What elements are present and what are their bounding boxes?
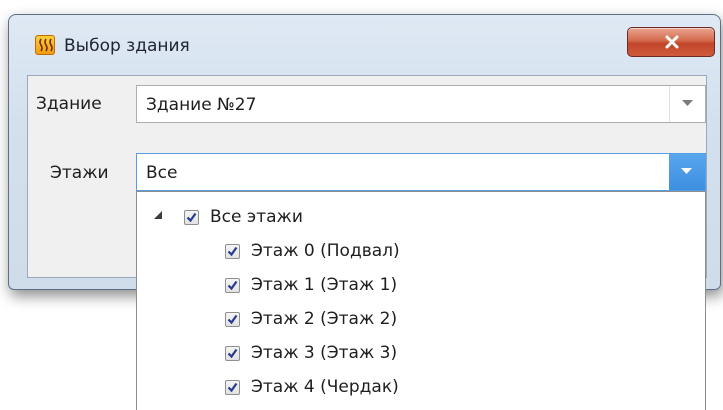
checkbox-floor-3[interactable]: [225, 345, 240, 361]
checkmark-icon: [227, 280, 238, 290]
floors-label: Этажи: [50, 163, 109, 183]
building-dropdown-button[interactable]: [669, 86, 705, 122]
checkbox-all-floors[interactable]: [184, 209, 199, 225]
checkmark-icon: [227, 314, 238, 324]
tree-item-label: Этаж 2 (Этаж 2): [251, 309, 398, 329]
tree-item-label: Этаж 1 (Этаж 1): [251, 275, 398, 295]
checkbox-floor-2[interactable]: [225, 311, 240, 327]
checkmark-icon: [227, 246, 238, 256]
collapse-arrow-icon[interactable]: [154, 211, 162, 219]
building-value: Здание №27: [146, 95, 257, 115]
heater-icon: [35, 35, 55, 55]
building-combobox[interactable]: Здание №27: [136, 85, 706, 123]
close-button[interactable]: [627, 27, 715, 57]
checkmark-icon: [227, 348, 238, 358]
tree-item-label: Этаж 4 (Чердак): [251, 377, 399, 397]
checkmark-icon: [227, 382, 238, 392]
tree-item-floor-1[interactable]: Этаж 1 (Этаж 1): [225, 270, 397, 300]
title-bar[interactable]: Выбор здания: [9, 15, 720, 75]
checkbox-floor-4[interactable]: [225, 379, 240, 395]
tree-item-floor-2[interactable]: Этаж 2 (Этаж 2): [225, 304, 397, 334]
floors-combobox[interactable]: Все: [136, 153, 706, 191]
chevron-down-icon: [681, 168, 692, 174]
checkbox-floor-1[interactable]: [225, 277, 240, 293]
tree-item-floor-4[interactable]: Этаж 4 (Чердак): [225, 372, 399, 402]
tree-item-all-floors[interactable]: Все этажи: [184, 202, 303, 232]
checkbox-floor-0[interactable]: [225, 243, 240, 259]
tree-item-label: Этаж 0 (Подвал): [251, 241, 400, 261]
close-icon: [665, 35, 679, 49]
chevron-down-icon: [682, 100, 693, 106]
tree-item-floor-3[interactable]: Этаж 3 (Этаж 3): [225, 338, 397, 368]
building-label: Здание: [36, 94, 102, 114]
tree-item-floor-0[interactable]: Этаж 0 (Подвал): [225, 236, 400, 266]
tree-item-label: Все этажи: [210, 207, 303, 227]
tree-item-label: Этаж 3 (Этаж 3): [251, 343, 398, 363]
checkmark-icon: [186, 212, 197, 222]
floors-dropdown-popup: Все этажи Этаж 0 (Подвал) Этаж 1 (Этаж 1…: [136, 191, 706, 410]
window-title: Выбор здания: [64, 36, 190, 56]
floors-value: Все: [146, 163, 178, 183]
floors-dropdown-button[interactable]: [669, 154, 705, 190]
